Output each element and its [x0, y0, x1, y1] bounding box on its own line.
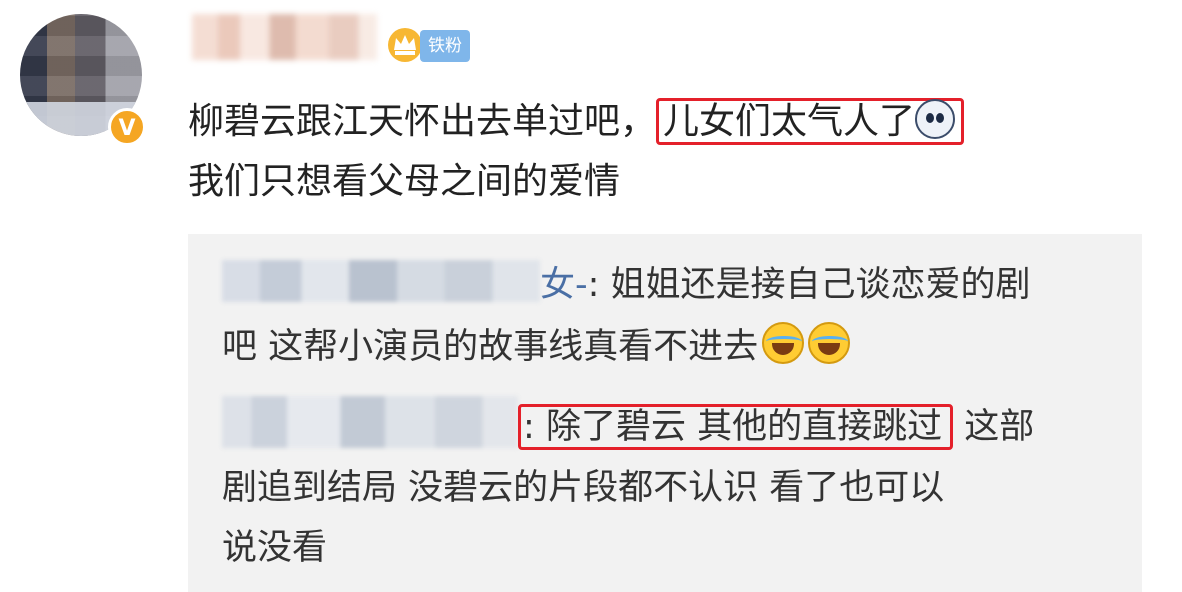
post-text-line1: 柳碧云跟江天怀出去单过吧， 儿女们太气人了: [188, 96, 965, 148]
reply-highlight-box: : 除了碧云 其他的直接跳过: [518, 404, 954, 450]
reply-1-username-blurred[interactable]: [222, 260, 540, 302]
reply-2-highlight: 除了碧云 其他的直接跳过: [545, 407, 943, 447]
laugh-cry-icon: [808, 322, 851, 364]
reply-2-username-blurred[interactable]: [222, 396, 518, 448]
reply-2-colon: :: [523, 407, 535, 447]
reply-1-text: : 姐姐还是接自己谈恋爱的剧: [587, 265, 1031, 305]
reply-1-line2: 吧 这帮小演员的故事线真看不进去: [222, 319, 851, 375]
post-text-highlight: 儿女们太气人了: [663, 101, 916, 142]
laugh-cry-icon: [762, 322, 805, 364]
reply-1-line1: 女-: 姐姐还是接自己谈恋爱的剧: [222, 257, 1031, 313]
crown-icon: [388, 28, 422, 62]
reply-2-line3: 说没看: [222, 528, 328, 568]
post-text-line2: 我们只想看父母之间的爱情: [188, 161, 621, 202]
reply-1-text-cont: 吧 这帮小演员的故事线真看不进去: [222, 327, 759, 367]
post-text-prefix: 柳碧云跟江天怀出去单过吧，: [188, 101, 657, 142]
highlight-box: 儿女们太气人了: [656, 98, 965, 145]
verified-badge: V: [108, 108, 146, 146]
fan-badge: 铁粉: [420, 30, 470, 62]
reply-2-text: 这部: [953, 407, 1035, 447]
username-blurred[interactable]: [192, 14, 377, 60]
reply-2-line2: 剧追到结局 没碧云的片段都不认识 看了也可以: [222, 468, 945, 508]
reply-1-username-suffix[interactable]: 女-: [540, 265, 588, 305]
scared-face-icon: [915, 99, 956, 139]
reply-2-line1: : 除了碧云 其他的直接跳过 这部: [222, 396, 1034, 455]
